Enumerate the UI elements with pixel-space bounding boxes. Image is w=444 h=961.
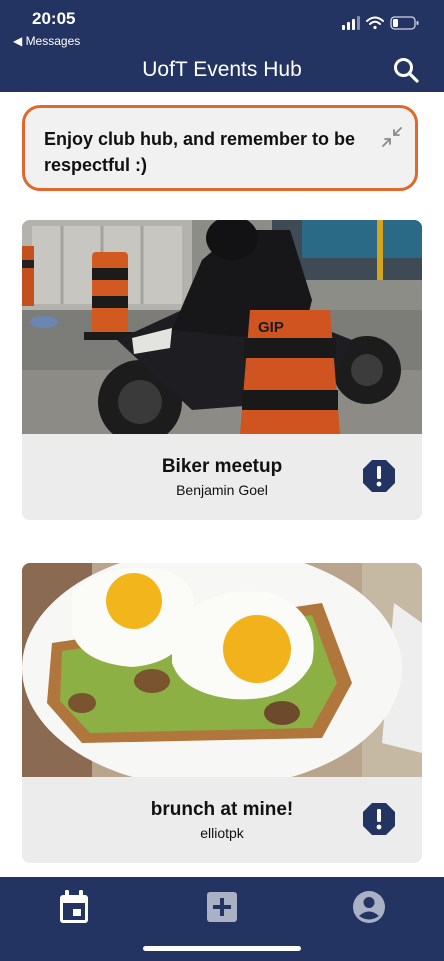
signal-icon bbox=[342, 16, 360, 30]
status-time: 20:05 bbox=[32, 9, 76, 28]
search-icon[interactable] bbox=[392, 56, 420, 84]
collapse-arrows-icon[interactable] bbox=[381, 126, 403, 148]
event-card[interactable]: brunch at mine! elliotpk bbox=[22, 563, 422, 863]
account-circle-icon[interactable] bbox=[351, 889, 387, 925]
event-card[interactable]: GIP Biker meetup Benjamin Goel bbox=[22, 220, 422, 520]
svg-text:GIP: GIP bbox=[258, 319, 284, 336]
page-title: UofT Events Hub bbox=[142, 58, 302, 81]
home-indicator bbox=[143, 946, 301, 951]
calendar-icon[interactable] bbox=[56, 889, 92, 925]
back-to-messages-link[interactable]: ◀ Messages bbox=[13, 34, 80, 48]
status-icons bbox=[342, 16, 419, 30]
report-octagon-icon[interactable] bbox=[362, 802, 396, 836]
add-square-icon[interactable] bbox=[204, 889, 240, 925]
battery-icon bbox=[390, 16, 419, 30]
event-info: brunch at mine! elliotpk bbox=[22, 777, 422, 863]
event-photo-brunch bbox=[22, 563, 422, 777]
wifi-icon bbox=[366, 16, 384, 30]
info-banner: Enjoy club hub, and remember to be respe… bbox=[22, 105, 418, 191]
report-octagon-icon[interactable] bbox=[362, 459, 396, 493]
event-photo-motorcycle: GIP bbox=[22, 220, 422, 434]
app-header: 20:05 ◀ Messages UofT Events Hub bbox=[0, 0, 444, 92]
event-info: Biker meetup Benjamin Goel bbox=[22, 434, 422, 520]
banner-message: Enjoy club hub, and remember to be respe… bbox=[44, 129, 356, 175]
